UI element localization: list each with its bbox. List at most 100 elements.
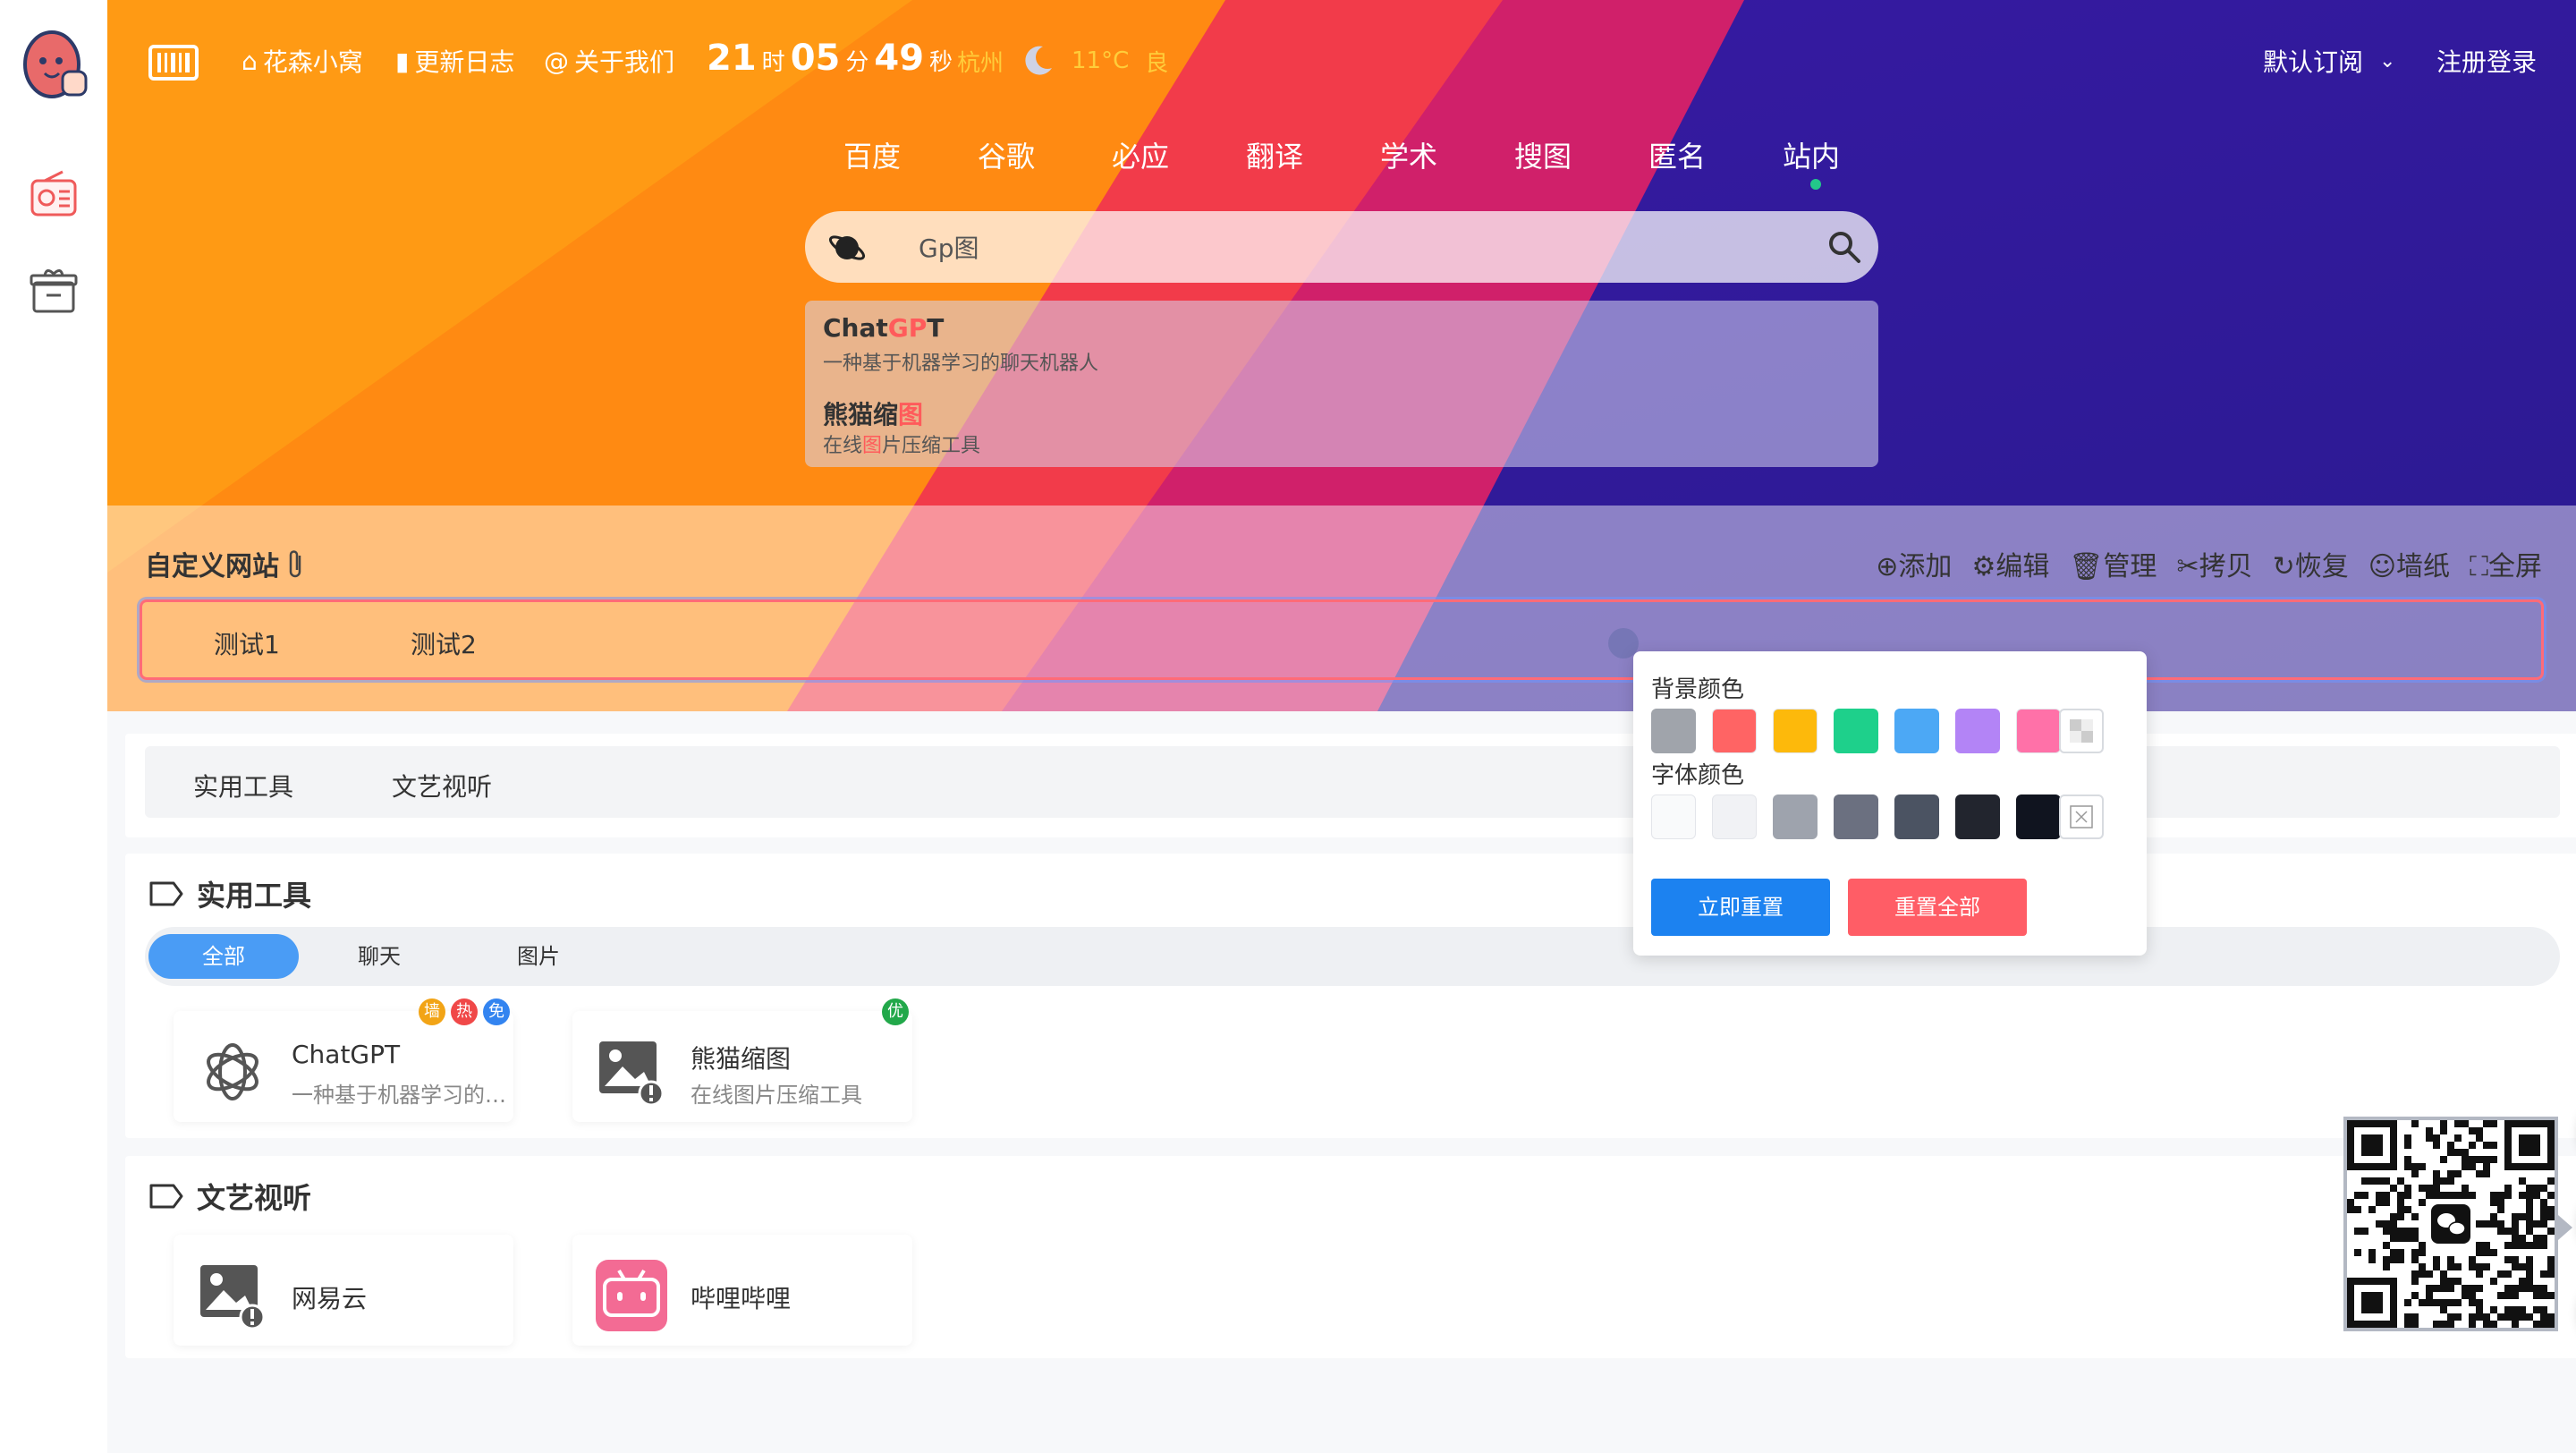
nav-changelog[interactable]: ▮ 更新日志 <box>395 43 514 79</box>
custom-sites-title: 自定义网站 <box>145 544 306 583</box>
subscribe-dropdown[interactable]: 默认订阅 ⌄ <box>2263 43 2395 79</box>
tab-media[interactable]: 文艺视听 <box>392 768 492 803</box>
bilibili-logo-icon <box>596 1260 667 1331</box>
section-title: 文艺视听 <box>148 1176 311 1217</box>
gift-box-icon[interactable] <box>27 263 80 317</box>
bg-color-label: 背景颜色 <box>1651 676 1745 703</box>
bg-color-swatch[interactable] <box>1651 709 1696 753</box>
suggestion-desc: 一种基于机器学习的聊天机器人 <box>823 353 1099 375</box>
category-card: 实用工具 文艺视听 <box>125 734 2576 837</box>
bg-color-swatch[interactable] <box>1894 709 1939 753</box>
pill-all[interactable]: 全部 <box>148 934 299 979</box>
at-icon: @ <box>544 46 569 76</box>
font-color-label: 字体颜色 <box>1651 762 1745 789</box>
section-title: 实用工具 <box>148 873 311 914</box>
qr-pointer <box>2558 1215 2572 1240</box>
suggestion-desc: 在线图片压缩工具 <box>823 435 981 457</box>
engine-tab[interactable]: 匿名 <box>1648 134 1706 175</box>
weather[interactable]: 杭州 11°C 良 <box>957 43 1168 79</box>
top-bar: ⌂ 花森小窝 ▮ 更新日志 @ 关于我们 21 时 05 分 49 秒 杭州 11°C… <box>107 0 2576 125</box>
bg-color-swatch[interactable] <box>1712 709 1757 753</box>
bg-color-swatch[interactable] <box>1834 709 1878 753</box>
transparent-bg-swatch[interactable] <box>2059 709 2104 753</box>
active-engine-indicator <box>1810 179 1821 190</box>
site-card-netease[interactable]: 网易云 <box>174 1235 513 1346</box>
pill-image[interactable]: 图片 <box>463 934 614 979</box>
wallpaper-button[interactable]: ☺墙纸 <box>2368 544 2450 583</box>
pill-chat[interactable]: 聊天 <box>304 934 454 979</box>
search-input[interactable] <box>917 227 1767 267</box>
engine-tab-active[interactable]: 站内 <box>1783 134 1840 175</box>
engine-tab[interactable]: 谷歌 <box>978 134 1035 175</box>
engine-tab[interactable]: 必应 <box>1112 134 1169 175</box>
font-color-swatch[interactable] <box>1955 794 2000 839</box>
section-tools: 实用工具 全部 聊天 图片 ChatGPT 一种基于机器学习的聊天机器人 墙 热… <box>125 854 2576 1138</box>
custom-actions: ⊕添加 ⚙编辑 🗑管理 ✂拷贝 ↻恢复 ☺墙纸 ⛶全屏 <box>1876 544 2542 583</box>
qr-code-image <box>2347 1120 2555 1328</box>
broken-image-icon <box>200 1265 266 1330</box>
font-color-swatch[interactable] <box>1651 794 1696 839</box>
nav-home[interactable]: ⌂ 花森小窝 <box>242 43 363 79</box>
copy-button[interactable]: ✂拷贝 <box>2176 544 2252 583</box>
badge-hot: 热 <box>451 998 478 1025</box>
suggestion-title[interactable]: 熊猫缩图 <box>823 395 923 431</box>
engine-tab[interactable]: 翻译 <box>1246 134 1303 175</box>
section-media: 文艺视听 网易云 哔哩哔哩 <box>125 1156 2576 1358</box>
wechat-qr-code <box>2343 1117 2558 1331</box>
search-icon[interactable] <box>1826 229 1862 265</box>
suggestion-title[interactable]: ChatGPT <box>823 313 944 343</box>
font-color-swatch[interactable] <box>1834 794 1878 839</box>
badge-wall: 墙 <box>419 998 445 1025</box>
restore-button[interactable]: ↻恢复 <box>2273 544 2349 583</box>
home-icon: ⌂ <box>242 46 258 76</box>
edit-button[interactable]: ⚙编辑 <box>1971 544 2049 583</box>
engine-tab[interactable]: 百度 <box>843 134 901 175</box>
site-card-bilibili[interactable]: 哔哩哔哩 <box>572 1235 912 1346</box>
search-bar <box>805 211 1878 283</box>
search-suggestions: ChatGPT 一种基于机器学习的聊天机器人 熊猫缩图 在线图片压缩工具 <box>805 301 1878 467</box>
tag-icon <box>149 881 183 906</box>
bg-color-swatch[interactable] <box>2016 709 2061 753</box>
logo-mascot-icon[interactable] <box>20 27 91 102</box>
paperclip-icon <box>289 550 301 578</box>
engine-tabs: 百度 谷歌 必应 翻译 学术 搜图 匿名 站内 <box>107 134 2576 188</box>
sidebar <box>0 0 107 1453</box>
planet-icon[interactable] <box>826 227 868 268</box>
engine-tab[interactable]: 学术 <box>1380 134 1437 175</box>
font-color-swatch[interactable] <box>1712 794 1757 839</box>
manage-button[interactable]: 🗑管理 <box>2069 544 2157 583</box>
openai-logo-icon <box>207 1043 258 1100</box>
barcode-logo-icon[interactable] <box>148 43 199 82</box>
font-color-swatch[interactable] <box>1894 794 1939 839</box>
broken-image-icon <box>599 1041 665 1107</box>
bg-color-swatch[interactable] <box>1955 709 2000 753</box>
reset-all-button[interactable]: 重置全部 <box>1848 879 2027 936</box>
close-icon <box>2070 805 2093 828</box>
add-button[interactable]: ⊕添加 <box>1876 544 1952 583</box>
checker-icon <box>2070 719 2093 743</box>
font-color-swatch[interactable] <box>2016 794 2061 839</box>
custom-site-link[interactable]: 测试1 <box>214 625 280 661</box>
custom-site-link[interactable]: 测试2 <box>411 625 477 661</box>
filter-pills: 全部 聊天 图片 <box>145 927 2560 986</box>
fullscreen-button[interactable]: ⛶全屏 <box>2470 544 2542 583</box>
login-button[interactable]: 注册登录 <box>2436 43 2537 79</box>
clear-font-swatch[interactable] <box>2059 794 2104 839</box>
engine-tab[interactable]: 搜图 <box>1514 134 1572 175</box>
bar-chart-icon: ▮ <box>395 46 410 76</box>
main-area: ⌂ 花森小窝 ▮ 更新日志 @ 关于我们 21 时 05 分 49 秒 杭州 11°C… <box>107 0 2576 1453</box>
badge-free: 免 <box>483 998 510 1025</box>
tag-icon <box>149 1184 183 1209</box>
badge-good: 优 <box>882 998 909 1025</box>
site-card-chatgpt[interactable]: ChatGPT 一种基于机器学习的聊天机器人 墙 热 免 <box>174 998 513 1122</box>
site-card-tinypng[interactable]: 熊猫缩图 在线图片压缩工具 优 <box>572 998 912 1122</box>
radio-icon[interactable] <box>27 168 80 222</box>
nav-about[interactable]: @ 关于我们 <box>544 43 674 79</box>
reset-now-button[interactable]: 立即重置 <box>1651 879 1830 936</box>
custom-sites-box: 测试1 测试2 <box>140 599 2544 680</box>
bg-color-swatch[interactable] <box>1773 709 1818 753</box>
font-color-swatch[interactable] <box>1773 794 1818 839</box>
tab-tools[interactable]: 实用工具 <box>193 768 293 803</box>
clock: 21 时 05 分 49 秒 <box>707 38 953 79</box>
chevron-down-icon: ⌄ <box>2379 49 2396 72</box>
